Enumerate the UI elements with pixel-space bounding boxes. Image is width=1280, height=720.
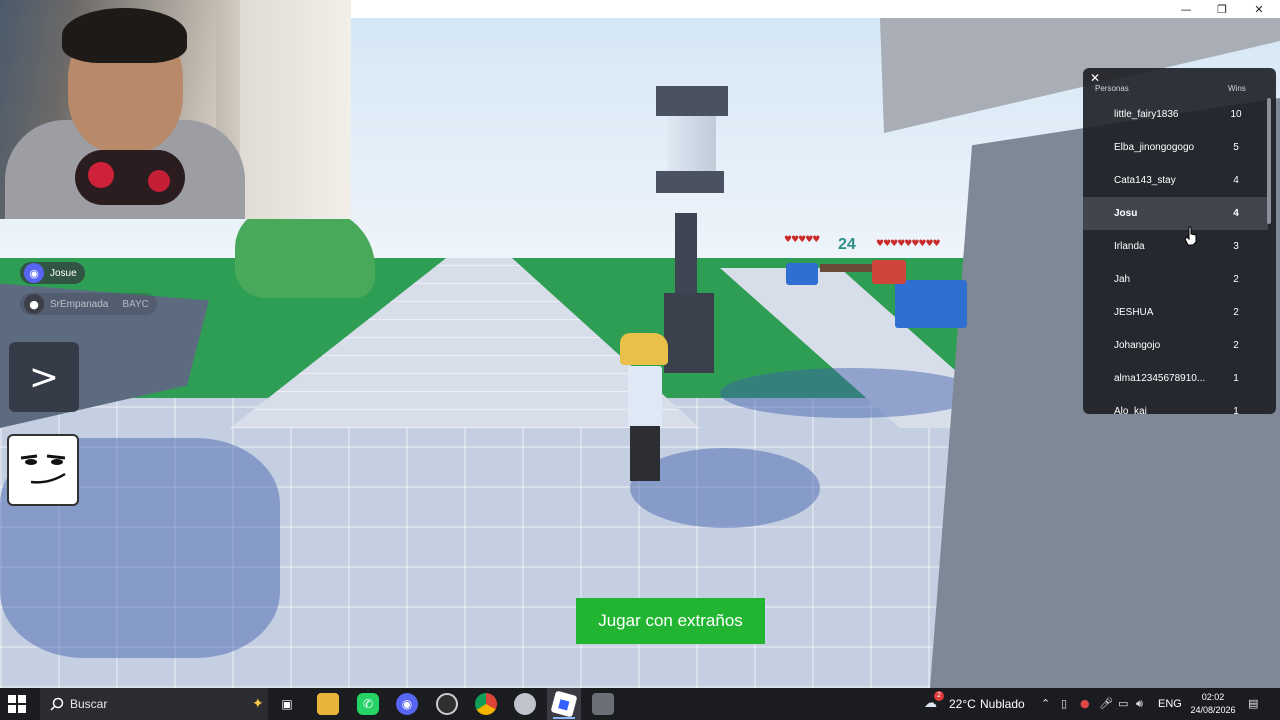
whatsapp-icon[interactable]: ✆ [357,693,379,715]
volume-icon[interactable]: 🔊︎ [1136,697,1143,711]
leaderboard-row[interactable]: alma12345678910... 1 [1083,362,1268,395]
player-wins: 10 [1230,109,1242,120]
clock-time[interactable]: 02:02 [1190,692,1236,702]
obs-icon[interactable] [436,693,458,715]
voice-chip-josue: ◉ Josue [20,262,85,284]
search-placeholder: Buscar [70,697,108,711]
leaderboard-row[interactable]: JESHUA 2 [1083,296,1268,329]
leaderboard-row[interactable]: little_fairy1836 10 [1083,98,1268,131]
sparkle-icon: ✦ [252,696,264,712]
voice-chip-sr-empanada: ● SrEmpanada BAYC [20,293,157,315]
weather-temp[interactable]: 22°C [949,697,976,711]
player-wins: 2 [1233,307,1239,318]
screen: ♥♥♥♥♥ ♥♥♥♥♥♥♥♥♥ 24 — ❐ ✕ ◉ Josue ● SrEmp… [0,0,1280,720]
table [820,264,880,272]
player-wins: 2 [1233,274,1239,285]
search-icon [50,697,64,711]
leaderboard-header: Personas Wins [1083,84,1276,98]
player-name: alma12345678910... [1114,373,1206,384]
roblox-studio-icon[interactable] [592,693,614,715]
leaderboard-scrollbar[interactable] [1267,98,1271,224]
emote-button[interactable] [7,434,79,506]
red-chair [872,260,906,284]
active-indicator [553,717,575,719]
column-header-wins: Wins [1228,84,1246,93]
player-name: Alo_kai [1114,406,1147,414]
windows-taskbar: Buscar ✦ ▣ ✆ ◉ ■ ☁ 2 22°C Nublado ⌃ ▯ ● … [0,688,1280,720]
leaderboard-list[interactable]: little_fairy1836 10 Elba_jinongogogo 5 Cat… [1083,98,1268,414]
lamp-base [664,293,714,373]
file-explorer-icon[interactable] [317,693,339,715]
player-name: JESHUA [1114,307,1154,318]
chrome-icon[interactable] [475,693,497,715]
floating-number: 24 [838,236,856,253]
language-indicator[interactable]: ENG [1158,698,1182,710]
leaderboard-row[interactable]: Cata143_stay 4 [1083,164,1268,197]
windows-start-icon[interactable] [8,695,26,713]
post-shadow [720,368,980,418]
player-wins: 4 [1233,208,1239,219]
player-name: Elba_jinongogogo [1114,142,1195,153]
hand-cursor-icon [1184,226,1197,246]
microphone-icon[interactable]: 🎤︎ [1099,697,1113,710]
chevron-up-icon[interactable]: ⌃ [1041,697,1050,710]
street-lamp [656,66,728,216]
leaderboard-row[interactable]: Jah 2 [1083,263,1268,296]
app-icon[interactable] [514,693,536,715]
player-name: Irlanda [1114,241,1145,252]
player-name: Cata143_stay [1114,175,1176,186]
task-view-icon[interactable]: ▣ [276,693,298,715]
expand-arrow-button[interactable]: > [9,342,79,412]
leaderboard-row-self[interactable]: Josu 4 [1083,197,1268,230]
player-name: Johangojo [1114,340,1161,351]
maximize-button[interactable]: ❐ [1204,0,1240,18]
webcam-overlay [0,0,351,219]
npc-hearts: ♥♥♥♥♥ [784,235,820,245]
player-name: Jah [1114,274,1131,285]
taskbar-search-box[interactable]: Buscar ✦ [40,688,268,720]
notifications-icon[interactable]: ▤ [1248,697,1258,710]
player-wins: 1 [1233,406,1239,414]
discord-icon: ◉ [24,263,44,283]
clock-date[interactable]: 24/08/2026 [1190,705,1236,715]
shield-icon[interactable]: ● [1080,697,1090,710]
discord-icon[interactable]: ◉ [396,693,418,715]
network-icon[interactable]: ▭ [1118,697,1128,710]
leaderboard-row[interactable]: Alo_kai 1 [1083,395,1268,414]
player-wins: 3 [1233,241,1239,252]
leaderboard-panel: ✕ Personas Wins little_fairy1836 10 Elba_… [1083,68,1276,414]
player-name: Josu [1114,208,1138,219]
play-with-strangers-button[interactable]: Jugar con extraños [576,598,765,644]
player-avatar [620,328,670,498]
leaderboard-row[interactable]: Elba_jinongogogo 5 [1083,131,1268,164]
minimize-button[interactable]: — [1168,0,1204,18]
weather-badge: 2 [934,691,944,701]
npc-hearts: ♥♥♥♥♥♥♥♥♥ [876,239,941,249]
blue-sofa [895,280,967,328]
player-wins: 1 [1233,373,1239,384]
face-icon [20,454,66,484]
leaderboard-row[interactable]: Johangojo 2 [1083,329,1268,362]
column-header-name: Personas [1095,84,1129,93]
player-name: SrEmpanada [50,298,109,310]
player-wins: 4 [1233,175,1239,186]
leaderboard-row[interactable]: Irlanda 3 [1083,230,1268,263]
close-button[interactable]: ✕ [1241,0,1277,18]
player-wins: 2 [1233,340,1239,351]
player-name: little_fairy1836 [1114,109,1179,120]
blue-chair [786,263,818,285]
weather-desc[interactable]: Nublado [980,697,1025,711]
player-tag: BAYC [122,298,149,310]
slide [235,208,375,298]
avatar-icon: ● [24,294,44,314]
player-wins: 5 [1233,142,1239,153]
player-name: Josue [50,267,77,279]
usb-icon[interactable]: ▯ [1061,697,1067,710]
